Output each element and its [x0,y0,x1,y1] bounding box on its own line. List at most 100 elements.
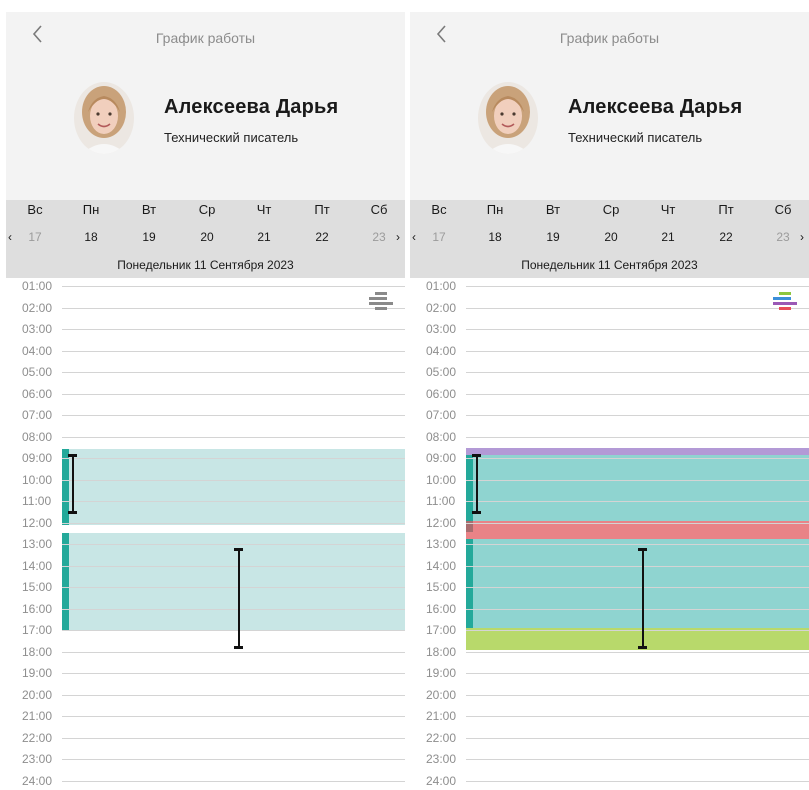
date-cell[interactable]: 18 [470,230,520,244]
employee-name: Алексеева Дарья [568,96,743,118]
shift-block-morning[interactable] [466,454,809,522]
hour-gridline [62,673,405,674]
date-cell[interactable]: 22 [297,230,347,244]
hour-label: 13:00 [426,537,457,551]
hour-label: 11:00 [426,494,456,508]
date-cell[interactable]: 18 [66,230,116,244]
hour-gridline [466,522,809,524]
timeline: 01:00 02:00 03:00 04:00 05:00 06:00 07:00 08:00… [410,278,809,790]
employee-position: Технический писатель [568,130,703,145]
hour-label: 19:00 [426,666,457,680]
hour-gridline [466,716,809,717]
hour-label: 10:00 [22,472,53,487]
schedule-screen-right: График работы Алексеева Дарья Технический … [410,12,809,790]
hour-label: 20:00 [22,687,53,702]
hour-label: 17:00 [22,623,53,637]
range-marker-morning[interactable] [68,454,77,514]
hour-label: 24:00 [426,773,457,788]
schedule-screen-left: График работы Алексеева Дарья Технический … [6,12,405,790]
hour-label: 14:00 [426,558,457,573]
legend-bar [779,307,791,310]
hour-gridline [62,694,405,696]
hour-label: 16:00 [22,601,53,616]
hour-label: 02:00 [22,300,53,315]
date-cell[interactable]: 19 [124,230,174,244]
legend-icon[interactable] [767,292,797,322]
weekday-label: Сб [370,202,388,217]
weekday-label: Ср [198,202,216,217]
hour-gridline [62,759,405,760]
range-marker-afternoon[interactable] [638,548,647,650]
hour-gridline [466,759,809,760]
legend-icon[interactable] [363,292,393,322]
hour-gridline [466,780,809,782]
hour-gridline [62,522,405,524]
hour-label: 14:00 [22,558,53,573]
range-marker-morning[interactable] [472,454,481,514]
hour-gridline [466,307,809,309]
hour-label: 23:00 [426,752,457,766]
hour-label: 01:00 [22,279,53,293]
timeline: 01:00 02:00 03:00 04:00 05:00 06:00 07:00 08:00… [6,278,405,790]
hour-gridline [62,501,405,502]
hour-gridline [62,436,405,438]
date-cell[interactable]: 21 [643,230,693,244]
hour-gridline [466,458,809,459]
hour-label: 03:00 [22,322,53,336]
prev-week-arrow[interactable]: ‹ [8,230,12,244]
date-cell[interactable]: 22 [701,230,751,244]
weekday-label: Вс [431,202,447,217]
legend-bar [375,292,387,295]
prev-week-arrow[interactable]: ‹ [412,230,416,244]
shift-bar-afternoon[interactable] [466,538,473,628]
hour-gridline [62,350,405,352]
weekday-label: Вт [141,202,157,217]
shift-bar-afternoon[interactable] [62,533,69,630]
date-cell[interactable]: 17 [414,230,464,244]
hour-label: 04:00 [22,343,53,358]
selected-date-caption: Понедельник 11 Сентября 2023 [521,258,698,272]
date-cell[interactable]: 20 [182,230,232,244]
next-week-arrow[interactable]: › [800,230,804,244]
hour-gridline [62,393,405,395]
date-cell[interactable]: 20 [586,230,636,244]
hour-label: 20:00 [426,687,457,702]
weekday-label: Ср [602,202,620,217]
hour-label: 22:00 [426,730,457,745]
hour-label: 11:00 [22,494,52,508]
hour-label: 06:00 [426,386,457,401]
hour-label: 12:00 [22,515,53,530]
weekday-label: Пн [82,202,100,217]
hour-label: 15:00 [426,580,457,594]
next-week-arrow[interactable]: › [396,230,400,244]
date-cell[interactable]: 17 [10,230,60,244]
date-cell[interactable]: 19 [528,230,578,244]
hour-label: 13:00 [22,537,53,551]
shift-block-morning[interactable] [62,449,405,525]
hour-gridline [466,544,809,545]
hour-label: 18:00 [22,644,53,659]
avatar [478,82,538,154]
hour-label: 21:00 [426,709,457,723]
range-marker-afternoon[interactable] [234,548,243,650]
date-row: 17 18 19 20 21 22 23 [6,230,405,250]
hour-gridline [466,694,809,696]
hour-label: 09:00 [22,451,53,465]
hour-label: 16:00 [426,601,457,616]
hour-label: 15:00 [22,580,53,594]
hour-gridline [466,415,809,416]
hour-label: 19:00 [22,666,53,680]
hour-label: 02:00 [426,300,457,315]
legend-bar [369,302,393,305]
hour-gridline [466,286,809,287]
weekday-label: Вт [545,202,561,217]
hour-label: 17:00 [426,623,457,637]
employee-name: Алексеева Дарья [164,96,339,118]
date-cell[interactable]: 21 [239,230,289,244]
weekday-label: Вс [27,202,43,217]
hour-label: 23:00 [22,752,53,766]
page-title: График работы [155,30,256,46]
hour-gridline [466,501,809,502]
hour-label: 05:00 [426,365,457,379]
page-title: График работы [559,30,660,46]
